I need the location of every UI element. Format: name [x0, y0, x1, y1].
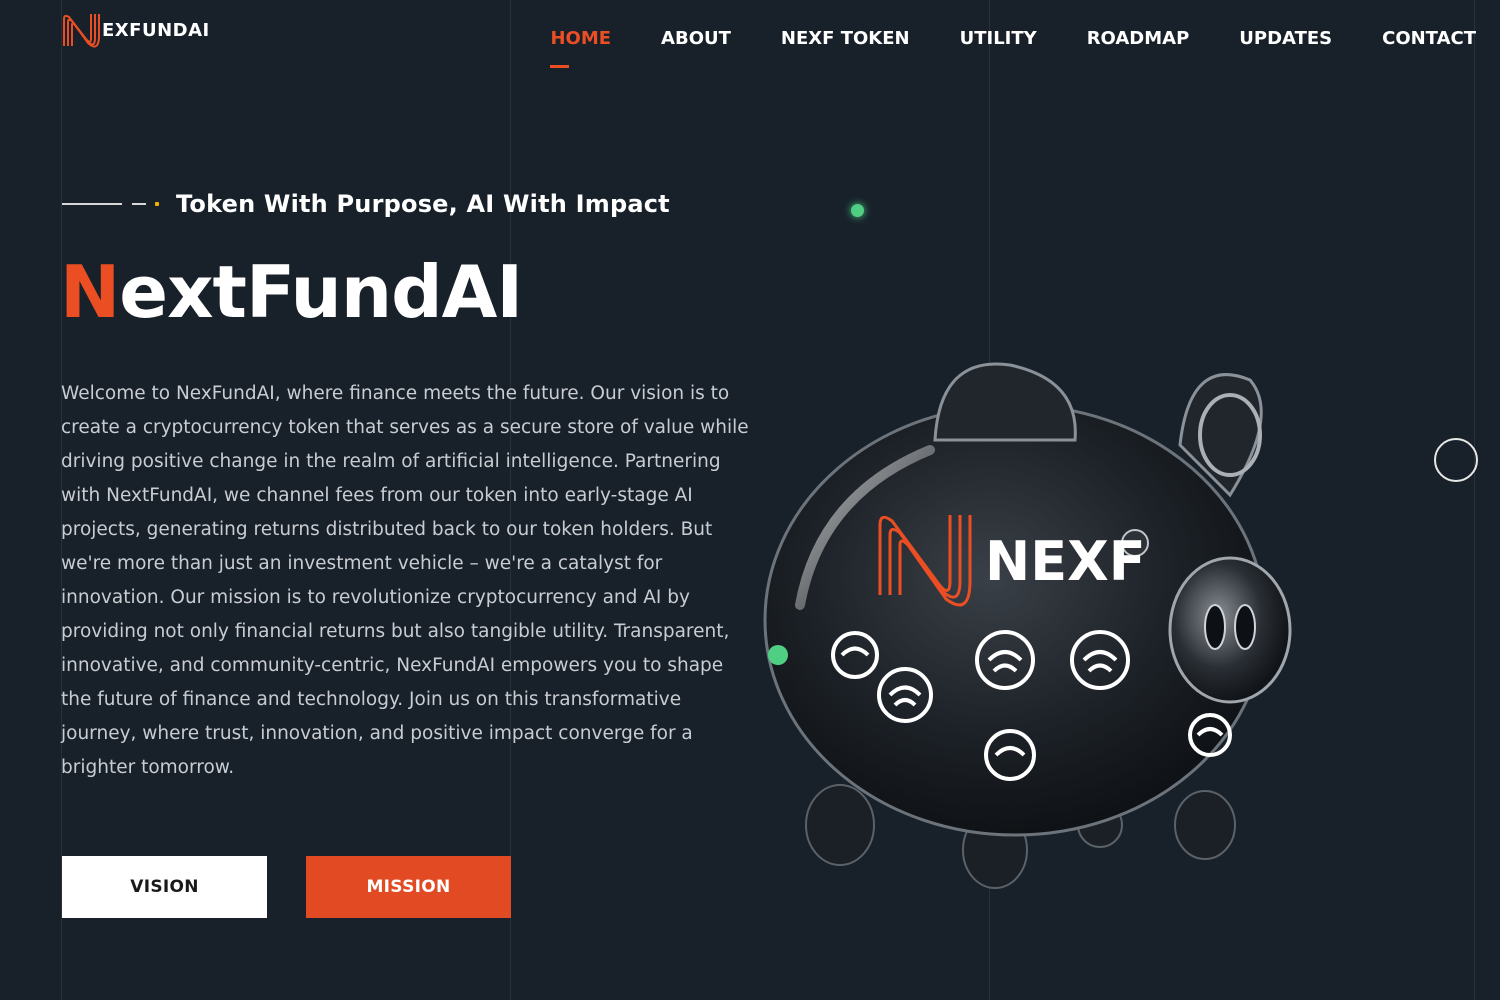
hero-title: NextFundAI	[60, 256, 523, 328]
decorative-dash	[132, 203, 146, 205]
nav-item-about[interactable]: ABOUT	[661, 28, 731, 49]
nav-item-nexf-token[interactable]: NEXF TOKEN	[781, 28, 910, 49]
glass-piggy-bank-icon: NEXF	[763, 362, 1292, 889]
hero-title-rest: extFundAI	[119, 250, 523, 334]
main-nav: HOME ABOUT NEXF TOKEN UTILITY ROADMAP UP…	[550, 28, 1476, 68]
decorative-dot	[155, 202, 159, 206]
nexf-logo-icon	[63, 14, 100, 48]
nav-item-utility[interactable]: UTILITY	[960, 28, 1037, 49]
nav-item-roadmap[interactable]: ROADMAP	[1087, 28, 1190, 49]
hero-title-accent: N	[60, 250, 120, 334]
logo-wordmark: EXFUNDAI	[102, 19, 210, 41]
nav-item-contact[interactable]: CONTACT	[1382, 28, 1476, 49]
hero-tagline: Token With Purpose, AI With Impact	[176, 190, 670, 218]
green-glow-dot	[851, 204, 864, 217]
nav-item-home[interactable]: HOME	[550, 28, 611, 68]
site-logo[interactable]: EXFUNDAI	[60, 10, 210, 50]
hero-description: Welcome to NexFundAI, where finance meet…	[61, 383, 749, 778]
grid-guide-line	[1474, 0, 1475, 1000]
nav-item-updates[interactable]: UPDATES	[1239, 28, 1332, 49]
pig-nexf-label: NEXF	[985, 530, 1146, 593]
vision-button[interactable]: VISION	[62, 856, 267, 918]
decorative-line	[62, 203, 122, 205]
scroll-ring-icon[interactable]	[1434, 438, 1478, 482]
hero-tagline-row: Token With Purpose, AI With Impact	[62, 190, 670, 218]
mission-button[interactable]: MISSION	[306, 856, 511, 918]
